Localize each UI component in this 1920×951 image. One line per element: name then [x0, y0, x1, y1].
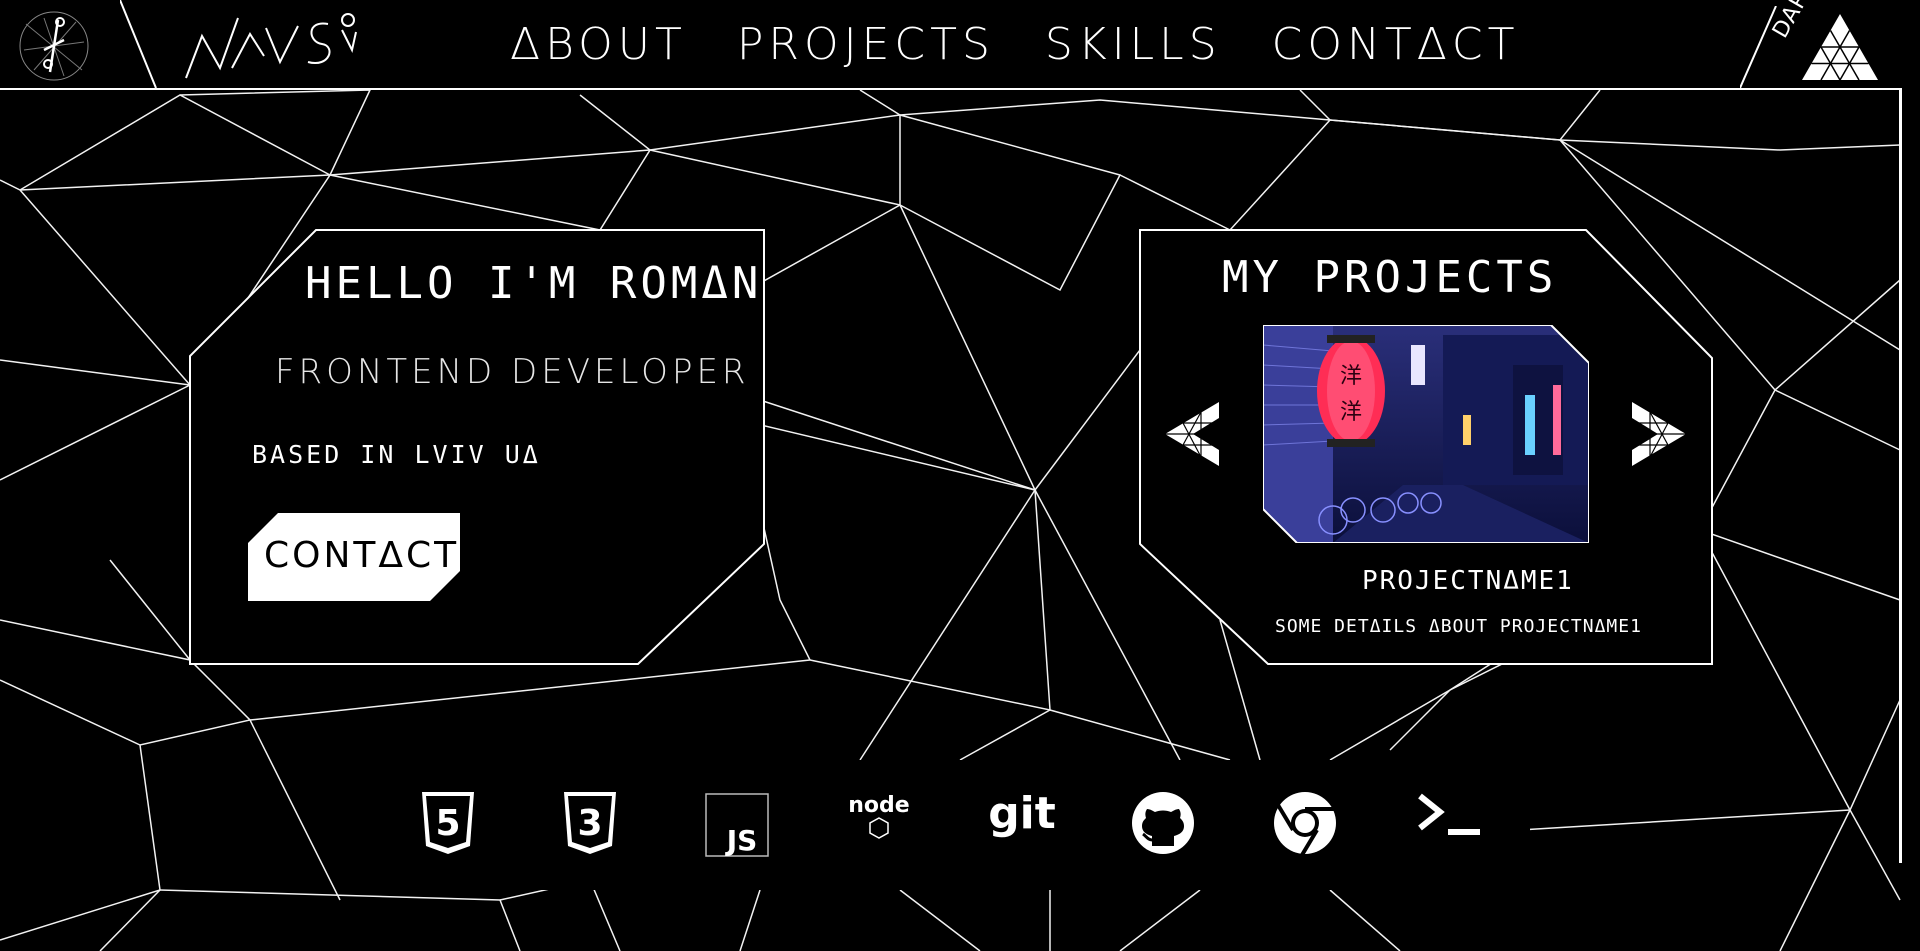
css3-label: 3 — [577, 803, 602, 844]
github-icon — [1132, 792, 1194, 854]
css3-icon: 3 — [564, 792, 616, 854]
project-thumbnail[interactable]: 洋 洋 — [1263, 325, 1589, 543]
skills-bar: 5 3 JS node git — [0, 760, 1920, 951]
nav-skills[interactable]: SKILLS — [1045, 18, 1222, 72]
chrome-icon — [1274, 792, 1336, 856]
git-label: git — [988, 788, 1056, 839]
lantern-text-bottom: 洋 — [1340, 400, 1362, 425]
site-logo[interactable] — [180, 6, 360, 82]
nav-projects[interactable]: PROJECTS — [737, 18, 995, 72]
nodejs-icon: node — [848, 793, 910, 839]
scrollbar[interactable] — [1899, 88, 1902, 863]
main-nav: ΔBOUT PROJECTS SKILLS CONTΔCT — [510, 18, 1519, 72]
greeting-heading: HELLO I'M ROMΔN — [305, 258, 763, 309]
contact-button-label: CONTΔCT — [264, 535, 460, 576]
location-text: BASED IN LVIV UΔ — [252, 440, 541, 469]
javascript-icon: JS — [705, 793, 769, 857]
header-divider-left — [120, 0, 157, 88]
git-icon: git — [988, 788, 1056, 839]
javascript-label: JS — [725, 824, 758, 857]
lantern-text-top: 洋 — [1340, 364, 1362, 389]
theme-toggle[interactable] — [1740, 6, 1890, 88]
next-arrow-icon[interactable] — [1630, 400, 1688, 468]
site-header: ΔBOUT PROJECTS SKILLS CONTΔCT DARK — [0, 0, 1900, 90]
nav-about[interactable]: ΔBOUT — [510, 18, 687, 72]
nav-contact[interactable]: CONTΔCT — [1272, 18, 1520, 72]
html5-label: 5 — [435, 803, 460, 844]
previous-arrow-icon[interactable] — [1163, 400, 1221, 468]
projects-heading: MY PROJECTS — [1222, 252, 1558, 303]
html5-icon: 5 — [422, 792, 474, 854]
logo-mark-icon[interactable] — [14, 10, 94, 82]
terminal-icon — [1418, 793, 1480, 835]
nodejs-label: node — [848, 793, 909, 818]
project-name: PROJECTNΔME1 — [1362, 566, 1574, 596]
role-subtitle: FRONTEND DEVELOPER — [275, 352, 750, 392]
contact-button[interactable]: CONTΔCT — [248, 513, 460, 601]
project-details: SOME DETΔILS ΔBOUT PROJECTNΔME1 — [1275, 616, 1642, 637]
